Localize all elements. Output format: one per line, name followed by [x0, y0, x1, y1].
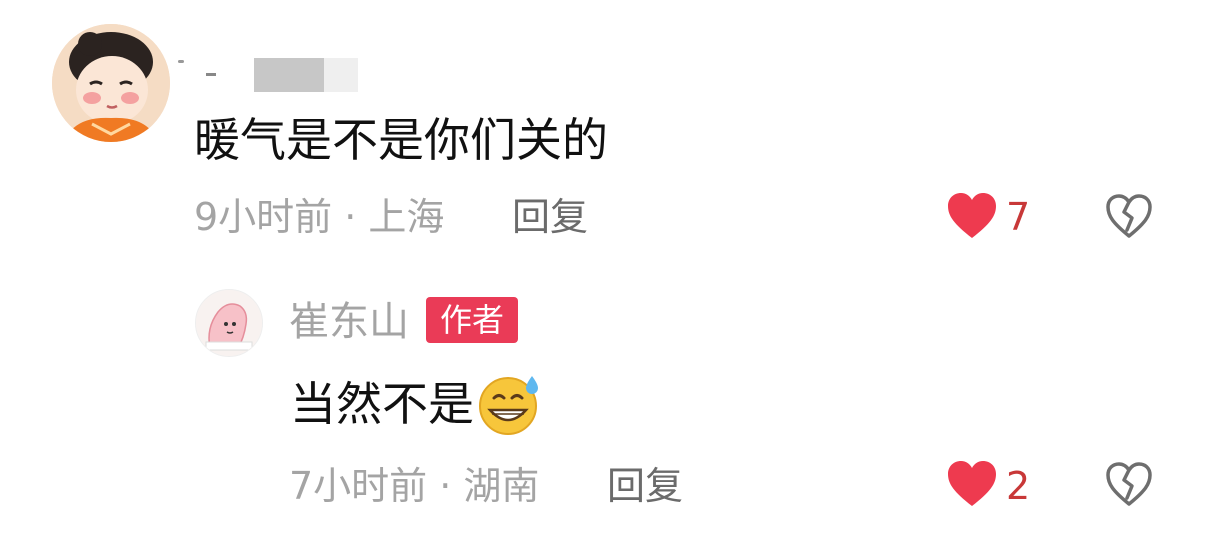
mask-block: [254, 58, 324, 92]
avatar-illustration: [196, 290, 262, 356]
comment-text: 暖气是不是你们关的: [194, 113, 608, 167]
mask-block: [324, 58, 358, 92]
reply-button[interactable]: 回复: [607, 463, 683, 509]
like-count: 7: [1006, 195, 1031, 239]
author-badge: 作者: [426, 297, 518, 343]
reply-author-name[interactable]: 崔东山: [289, 298, 409, 346]
reply-meta: 7小时前 · 湖南: [289, 464, 540, 508]
avatar-illustration: [52, 24, 170, 142]
heart-filled-icon[interactable]: [946, 460, 998, 508]
reply-author-avatar[interactable]: [195, 289, 263, 357]
like-count: 2: [1006, 464, 1031, 508]
broken-heart-icon[interactable]: [1104, 192, 1154, 240]
masked-username: [176, 56, 366, 92]
reply-button[interactable]: 回复: [512, 194, 588, 240]
comment-thread: 暖气是不是你们关的 9小时前 · 上海 回复 7 崔东山 作者 当然不是 7小时…: [0, 0, 1220, 541]
reply-text: 当然不是: [290, 372, 544, 436]
mask-mark: [206, 73, 216, 76]
commenter-avatar[interactable]: [52, 24, 170, 142]
mask-mark: [178, 60, 184, 63]
reply-text-content: 当然不是: [290, 377, 474, 431]
grinning-sweat-emoji: [479, 376, 538, 435]
heart-filled-icon[interactable]: [946, 192, 998, 240]
broken-heart-icon[interactable]: [1104, 460, 1154, 508]
comment-meta: 9小时前 · 上海: [194, 195, 445, 239]
